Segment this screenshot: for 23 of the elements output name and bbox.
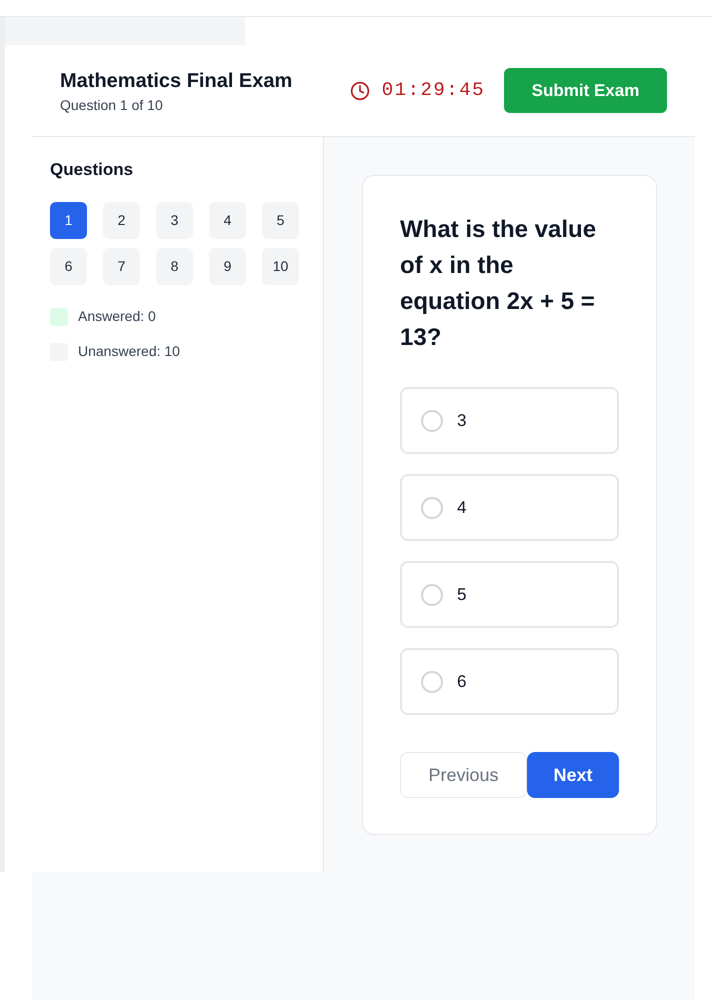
question-counter: Question 1 of 10 (60, 96, 164, 114)
answer-option[interactable]: 6 (400, 648, 619, 715)
exam-title: Mathematics Final Exam (60, 68, 292, 94)
next-button[interactable]: Next (527, 752, 619, 798)
question-number-button[interactable]: 1 (50, 202, 87, 239)
question-number-button[interactable]: 5 (262, 202, 299, 239)
question-number-button[interactable]: 2 (103, 202, 140, 239)
sidebar-title: Questions (50, 159, 134, 181)
answer-option[interactable]: 5 (400, 561, 619, 628)
question-number-button[interactable]: 4 (209, 202, 246, 239)
countdown-timer: 01:29:45 (382, 78, 485, 104)
legend-label: Answered: 0 (78, 307, 156, 326)
question-number-button[interactable]: 7 (103, 248, 140, 285)
clock-icon (350, 80, 370, 100)
question-text: What is the value of x in the equation 2x + 5 = 13? (400, 215, 598, 353)
answer-option[interactable]: 4 (400, 474, 619, 541)
question-number-button[interactable]: 9 (209, 248, 246, 285)
answer-option[interactable]: 3 (400, 387, 619, 454)
question-number-button[interactable]: 10 (262, 248, 299, 285)
question-number-button[interactable]: 8 (156, 248, 193, 285)
question-number-button[interactable]: 6 (50, 248, 87, 285)
legend-label: Unanswered: 10 (78, 342, 180, 361)
question-number-button[interactable]: 3 (156, 202, 193, 239)
